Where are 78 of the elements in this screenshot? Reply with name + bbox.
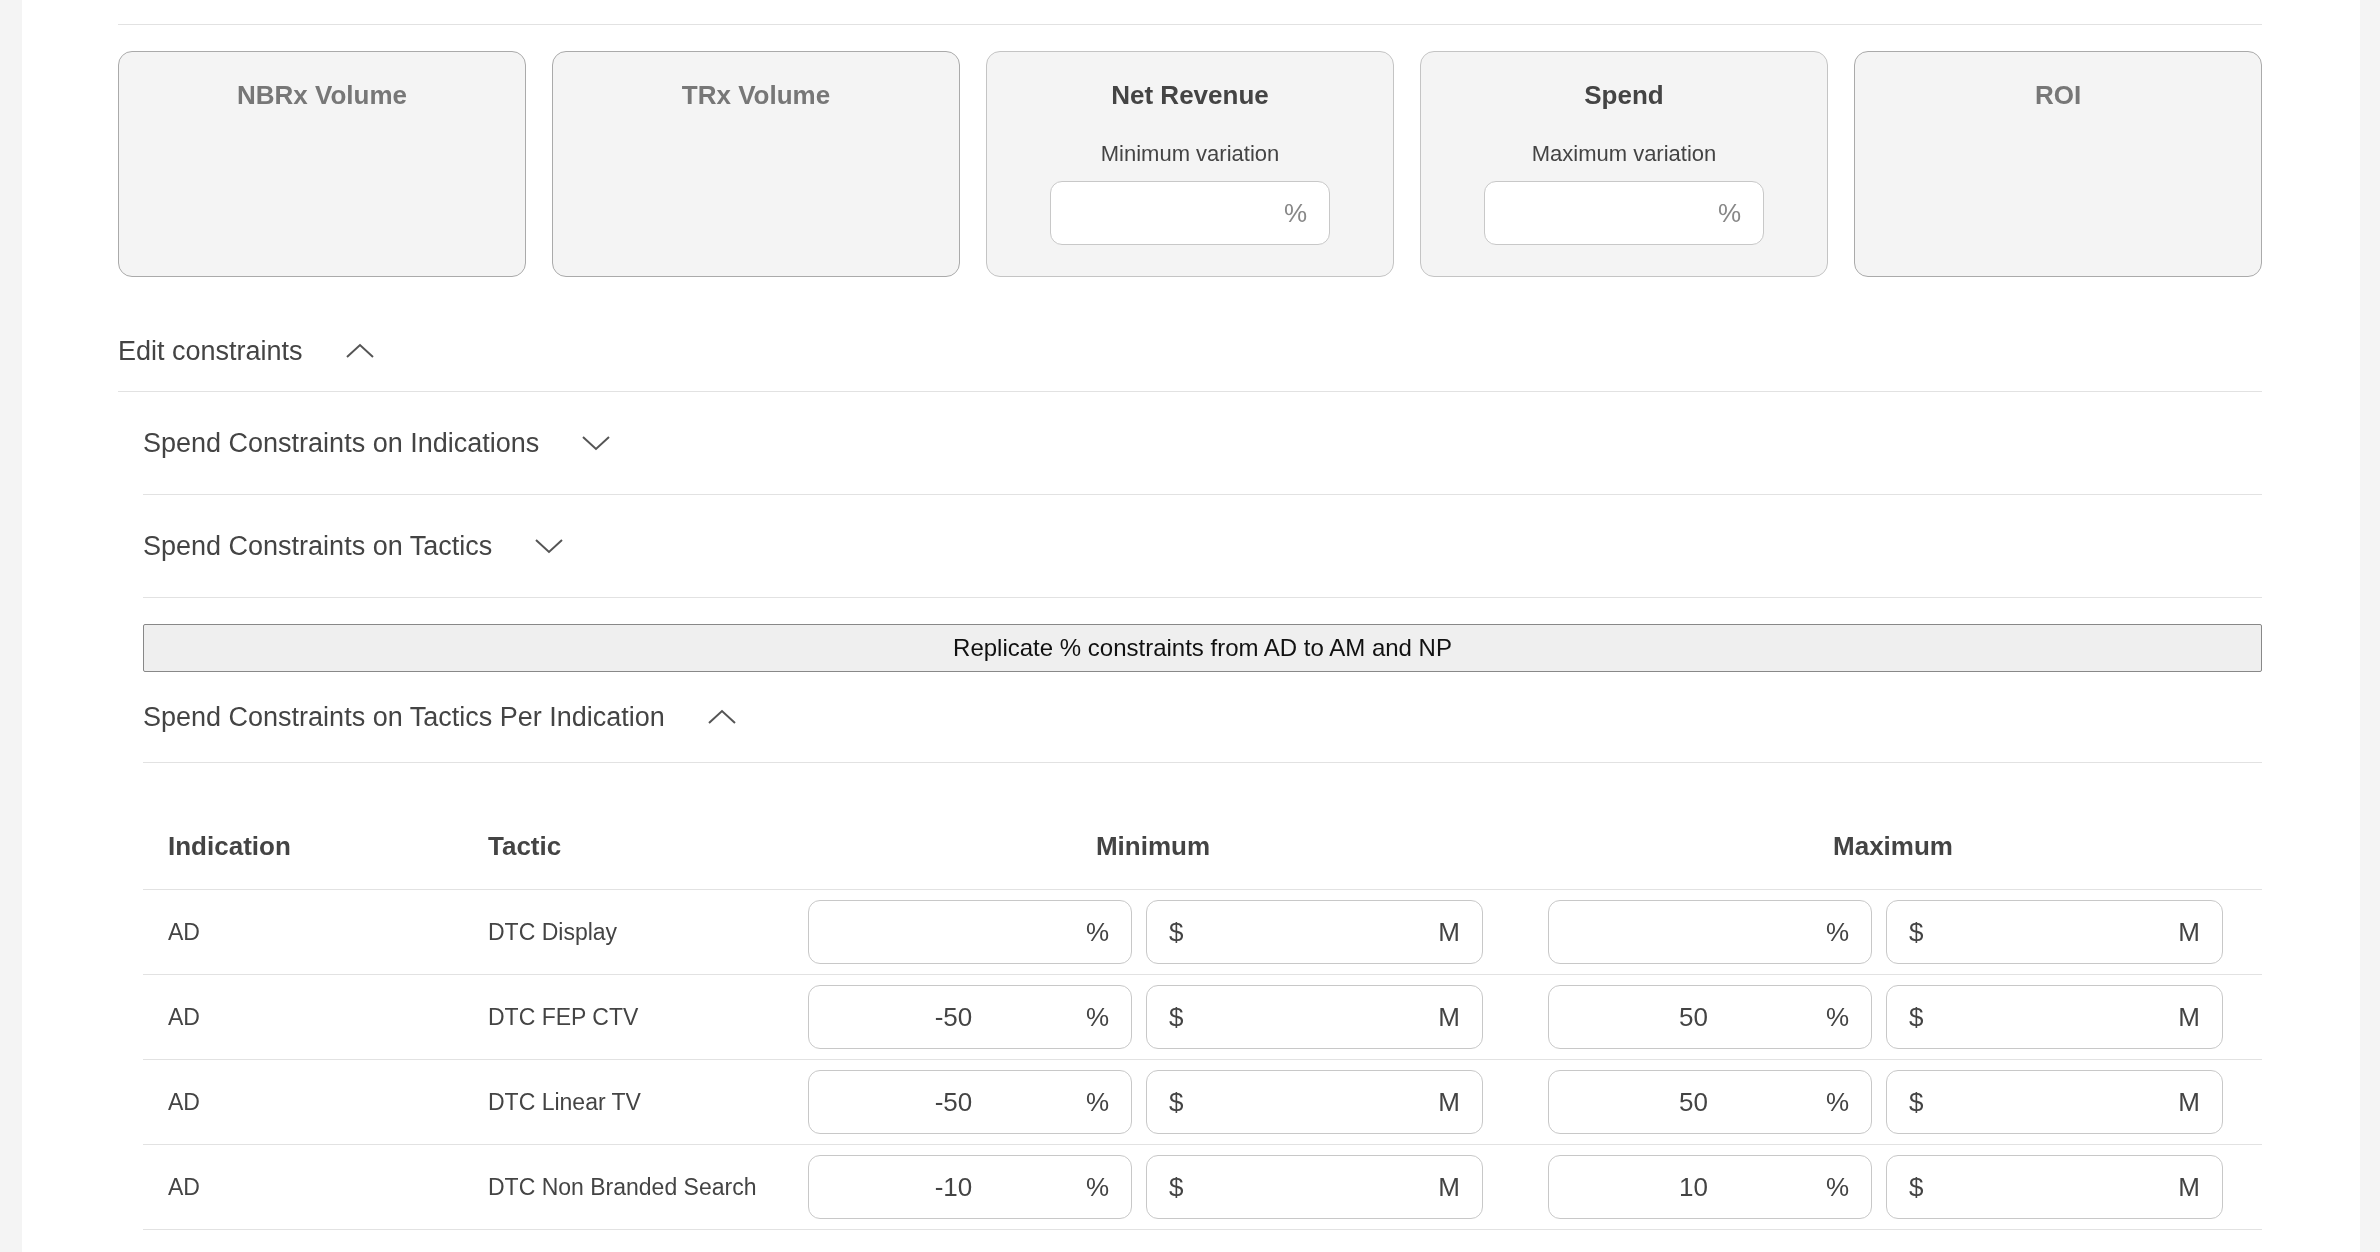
amount-field[interactable]: $ M <box>1146 985 1483 1049</box>
amount-field[interactable]: $ M <box>1886 1070 2223 1134</box>
currency-label: $ <box>1169 1001 1184 1033</box>
amount-field[interactable]: $ M <box>1146 1155 1483 1219</box>
field-value: 50 <box>1678 1001 1708 1032</box>
subsection-title[interactable]: Spend Constraints on Tactics Per Indication <box>143 701 665 733</box>
amount-field[interactable]: $ M <box>1146 900 1483 964</box>
replicate-button[interactable]: Replicate % constraints from AD to AM and NP <box>143 624 2262 672</box>
unit-label: % <box>1085 1001 1109 1033</box>
chevron-up-icon[interactable] <box>344 342 375 360</box>
subsection-title[interactable]: Spend Constraints on Tactics <box>143 530 493 562</box>
chevron-up-icon[interactable] <box>706 708 737 726</box>
indication-cell-text: AD <box>167 1003 201 1031</box>
percent-field[interactable]: 10 % <box>1548 1155 1872 1219</box>
unit-label: M <box>2178 1001 2200 1033</box>
amount-field[interactable]: $ M <box>1146 1070 1483 1134</box>
card-title: Spend <box>1584 80 1664 111</box>
unit-label: M <box>2178 1086 2200 1118</box>
currency-label: $ <box>1169 1171 1184 1203</box>
percent-field[interactable]: % <box>1548 900 1872 964</box>
percent-field[interactable]: % <box>808 900 1132 964</box>
unit-label: % <box>1085 1086 1109 1118</box>
variation-label: Maximum variation <box>1531 141 1717 167</box>
currency-label: $ <box>1909 916 1924 948</box>
field-value: 50 <box>1678 1086 1708 1117</box>
unit-label: M <box>1438 916 1460 948</box>
field-value: -10 <box>934 1171 973 1202</box>
unit-label: % <box>1825 1086 1849 1118</box>
currency-label: $ <box>1169 916 1184 948</box>
card-title: TRx Volume <box>681 80 831 111</box>
indication-cell-text: AD <box>167 1088 201 1116</box>
column-header: Tactic <box>487 830 563 862</box>
column-header: Minimum <box>1094 830 1212 862</box>
unit-label: % <box>1283 197 1307 229</box>
percent-field[interactable]: 50 % <box>1548 985 1872 1049</box>
amount-field[interactable]: $ M <box>1886 900 2223 964</box>
unit-label: M <box>1438 1086 1460 1118</box>
chevron-down-icon[interactable] <box>581 434 612 452</box>
section-title[interactable]: Edit constraints <box>118 335 303 367</box>
unit-label: M <box>2178 1171 2200 1203</box>
unit-label: % <box>1825 916 1849 948</box>
tactic-cell-text: DTC Linear TV <box>487 1088 642 1116</box>
unit-label: M <box>1438 1001 1460 1033</box>
amount-field[interactable]: $ M <box>1886 985 2223 1049</box>
percent-field[interactable]: -50 % <box>808 1070 1132 1134</box>
column-header: Indication <box>167 830 292 862</box>
field-value: 10 <box>1678 1171 1708 1202</box>
tactic-cell-text: DTC Non Branded Search <box>487 1173 758 1201</box>
tactic-cell-text: DTC FEP CTV <box>487 1003 640 1031</box>
variation-label: Minimum variation <box>1100 141 1280 167</box>
tactic-cell-text: DTC Display <box>487 918 619 946</box>
field-value: -50 <box>934 1001 973 1032</box>
amount-field[interactable]: $ M <box>1886 1155 2223 1219</box>
percent-field[interactable]: -50 % <box>808 985 1132 1049</box>
chevron-down-icon[interactable] <box>534 537 565 555</box>
variation-field[interactable]: % <box>1050 181 1330 245</box>
card-title: Net Revenue <box>1111 80 1269 111</box>
currency-label: $ <box>1169 1086 1184 1118</box>
currency-label: $ <box>1909 1086 1924 1118</box>
percent-field[interactable]: -10 % <box>808 1155 1132 1219</box>
currency-label: $ <box>1909 1171 1924 1203</box>
card-title: NBRx Volume <box>237 80 407 111</box>
card-title: ROI <box>2034 80 2082 111</box>
unit-label: M <box>1438 1171 1460 1203</box>
indication-cell-text: AD <box>167 918 201 946</box>
unit-label: % <box>1825 1171 1849 1203</box>
unit-label: M <box>2178 916 2200 948</box>
unit-label: % <box>1085 916 1109 948</box>
unit-label: % <box>1717 197 1741 229</box>
subsection-title[interactable]: Spend Constraints on Indications <box>143 427 540 459</box>
currency-label: $ <box>1909 1001 1924 1033</box>
unit-label: % <box>1825 1001 1849 1033</box>
field-value: -50 <box>934 1086 973 1117</box>
variation-field[interactable]: % <box>1484 181 1764 245</box>
percent-field[interactable]: 50 % <box>1548 1070 1872 1134</box>
unit-label: % <box>1085 1171 1109 1203</box>
column-header: Maximum <box>1832 830 1954 862</box>
indication-cell-text: AD <box>167 1173 201 1201</box>
